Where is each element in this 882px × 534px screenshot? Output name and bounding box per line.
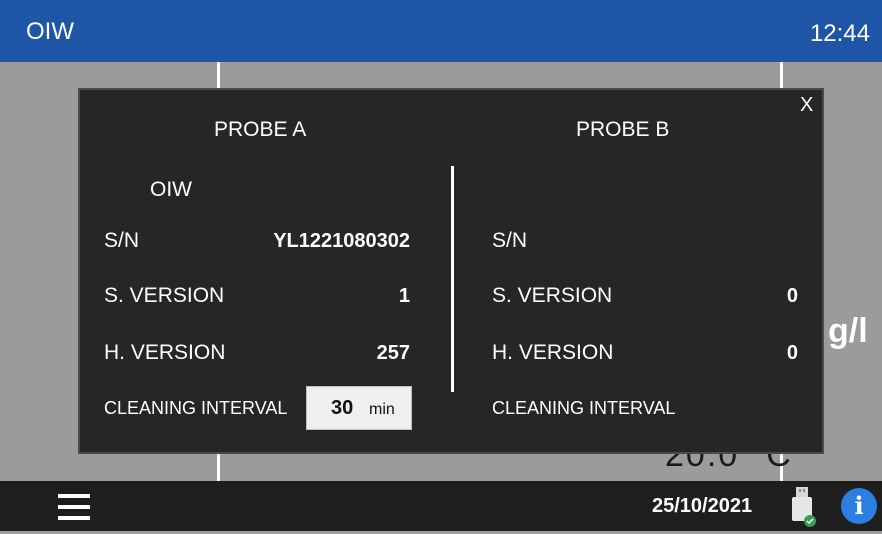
probe-a-sn-label: S/N: [104, 229, 140, 252]
grid-divider-top-left: [217, 62, 220, 88]
probe-b-h-version-label: H. VERSION: [492, 341, 614, 364]
probe-a-cleaning-interval-label: CLEANING INTERVAL: [104, 398, 288, 418]
probe-b-title: PROBE B: [576, 118, 670, 141]
cleaning-interval-unit: min: [369, 401, 395, 418]
probe-a-sn-value: YL1221080302: [273, 230, 410, 252]
grid-divider-top-right: [780, 62, 783, 88]
bottom-bar: 25/10/2021 i: [0, 481, 882, 531]
info-icon[interactable]: i: [841, 488, 877, 524]
app-title: OIW: [26, 18, 74, 45]
probe-a-h-version-label: H. VERSION: [104, 341, 226, 364]
probe-info-dialog: X PROBE A PROBE B OIW S/N YL1221080302 S…: [78, 88, 824, 454]
probe-a-name: OIW: [150, 178, 192, 201]
probe-b-h-version-value: 0: [786, 342, 798, 364]
probe-a-s-version-label: S. VERSION: [104, 284, 225, 307]
cleaning-interval-input[interactable]: 30 min: [306, 386, 412, 430]
probe-b-s-version-value: 0: [786, 285, 798, 307]
probe-divider: [451, 166, 454, 392]
probe-b-sn-label: S/N: [492, 229, 528, 252]
date-display: 25/10/2021: [652, 495, 753, 517]
top-bar: OIW 12:44: [0, 0, 882, 62]
background-concentration-unit: g/l: [828, 312, 868, 350]
probe-b-s-version-label: S. VERSION: [492, 284, 613, 307]
probe-b-cleaning-interval-label: CLEANING INTERVAL: [492, 398, 676, 418]
cleaning-interval-value: 30: [331, 397, 354, 419]
hamburger-menu-icon[interactable]: [58, 494, 90, 520]
usb-drive-icon: [787, 485, 817, 529]
close-button[interactable]: X: [800, 94, 813, 117]
clock: 12:44: [809, 20, 870, 47]
probe-a-s-version-value: 1: [398, 285, 410, 307]
grid-divider-bottom-left: [217, 454, 220, 481]
probe-a-title: PROBE A: [214, 118, 307, 141]
probe-a-h-version-value: 257: [376, 342, 410, 364]
